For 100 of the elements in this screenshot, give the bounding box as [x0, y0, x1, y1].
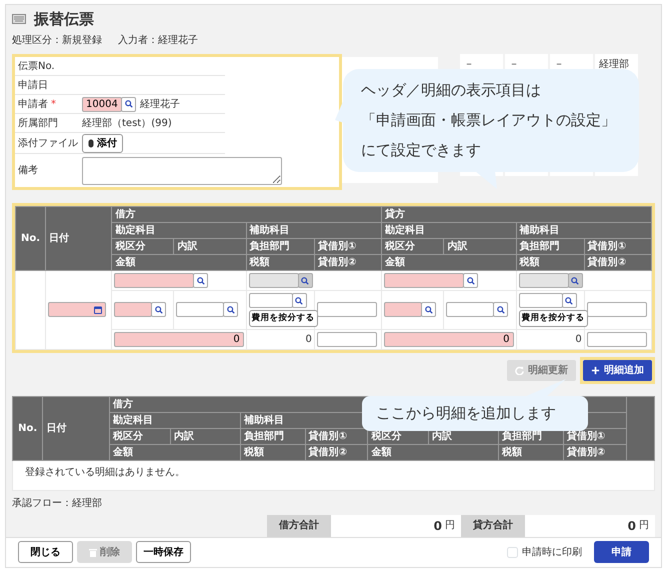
column-header: No.	[16, 206, 46, 270]
search-button[interactable]	[151, 302, 166, 318]
column-header: No.	[12, 396, 43, 460]
meta-text: 入力者：経理花子	[118, 34, 198, 48]
column-header: 勘定科目	[382, 222, 516, 238]
search-icon	[565, 296, 574, 304]
callout-text: ここから明細を追加します	[376, 402, 556, 424]
column-header: 日付	[46, 206, 112, 270]
column-header: 内訳	[170, 428, 240, 444]
search-icon	[124, 100, 132, 108]
input-field[interactable]	[316, 332, 377, 347]
footer-button[interactable]: 一時保存	[136, 541, 191, 564]
column-header: 負担部門	[516, 238, 584, 254]
input-field[interactable]	[114, 302, 152, 318]
search-icon	[154, 306, 163, 314]
column-header: 税額	[516, 254, 584, 270]
plus-icon	[591, 366, 600, 375]
search-icon	[466, 276, 475, 284]
meta-text: 処理区分：新規登録	[12, 34, 102, 48]
input-field	[518, 273, 569, 288]
input-field[interactable]	[586, 302, 647, 318]
allocate-button[interactable]: 費用を按分する	[248, 310, 318, 327]
field-label: 申請日	[18, 80, 48, 90]
column-header: 税区分	[112, 238, 174, 254]
column-header: 補助科目	[246, 222, 382, 238]
input-field[interactable]	[384, 302, 422, 318]
field-label: 伝票No.	[18, 60, 55, 72]
tax-value: 0	[575, 334, 582, 345]
search-icon	[196, 276, 205, 284]
total-amount: 0	[628, 518, 636, 535]
total-amount: 0	[434, 518, 442, 535]
search-icon	[301, 276, 310, 284]
keyboard-icon	[12, 14, 26, 24]
column-header: 勘定科目	[112, 222, 246, 238]
column-header: 金額	[110, 444, 240, 460]
column-header: 内訳	[444, 238, 516, 254]
input-field[interactable]: 0	[114, 332, 244, 347]
empty-message: 登録されている明細はありません。	[25, 466, 185, 478]
attach-button[interactable]: 添付	[82, 134, 123, 152]
column-header: 税額	[246, 254, 314, 270]
field-label: 所属部門	[18, 118, 58, 128]
search-icon	[226, 306, 235, 314]
search-button[interactable]	[463, 273, 478, 288]
required-mark: *	[51, 98, 56, 110]
input-field[interactable]	[446, 302, 494, 318]
footer-button[interactable]: 閉じる	[18, 541, 73, 564]
column-header: 貸借別②	[584, 254, 652, 270]
column-header: 補助科目	[516, 222, 652, 238]
field-value: 経理花子	[140, 98, 180, 112]
search-button[interactable]	[193, 273, 208, 288]
submit-button[interactable]: 申請	[594, 541, 649, 564]
input-field[interactable]: 10004	[82, 96, 122, 112]
search-icon	[295, 296, 304, 304]
print-checkbox[interactable]	[507, 546, 518, 558]
input-field[interactable]	[176, 302, 224, 318]
field-label: 申請者	[18, 98, 48, 110]
input-field[interactable]: 0	[384, 332, 514, 347]
input-field	[248, 273, 299, 288]
tax-value: 0	[306, 334, 312, 345]
allocate-button[interactable]: 費用を按分する	[518, 310, 588, 327]
column-header: 借方	[112, 206, 382, 222]
input-field[interactable]	[518, 293, 563, 308]
column-header: 金額	[382, 254, 516, 270]
search-button[interactable]	[421, 302, 436, 318]
column-header: 貸借別②	[563, 444, 626, 460]
column-header: 金額	[368, 444, 498, 460]
column-header: 勘定科目	[110, 412, 240, 428]
textarea-field[interactable]	[82, 156, 282, 184]
search-icon	[571, 276, 580, 284]
column-header: 税区分	[382, 238, 444, 254]
input-field[interactable]	[316, 302, 377, 318]
column-header: 貸借別①	[314, 238, 382, 254]
refresh-icon	[515, 366, 524, 375]
field-label: 備考	[18, 165, 38, 176]
search-icon	[496, 306, 505, 314]
trash-icon	[89, 548, 97, 557]
paperclip-icon	[88, 138, 94, 148]
column-header: 負担部門	[240, 428, 306, 444]
column-header: 貸借別②	[314, 254, 382, 270]
add-button[interactable]: 明細追加	[583, 360, 652, 381]
column-header: 税額	[240, 444, 306, 460]
search-button[interactable]	[223, 302, 238, 318]
date-field[interactable]	[48, 302, 106, 318]
input-field[interactable]	[586, 332, 647, 347]
search-button[interactable]	[493, 302, 508, 318]
total-label: 借方合計	[267, 514, 331, 537]
column-header: 貸借別①	[584, 238, 652, 254]
column-header: 内訳	[174, 238, 246, 254]
input-field[interactable]	[114, 273, 194, 288]
column-header: 税額	[498, 444, 564, 460]
checkbox-label: 申請時に印刷	[522, 546, 582, 560]
input-field[interactable]	[248, 293, 293, 308]
field-value: 経理部（test）(99)	[82, 116, 172, 130]
column-header: 税区分	[110, 428, 170, 444]
total-label: 貸方合計	[461, 514, 525, 537]
search-button[interactable]	[121, 96, 136, 112]
input-field[interactable]	[384, 273, 464, 288]
currency-unit: 円	[445, 519, 455, 534]
column-header: 日付	[42, 396, 110, 460]
field-label: 添付ファイル	[18, 138, 78, 148]
